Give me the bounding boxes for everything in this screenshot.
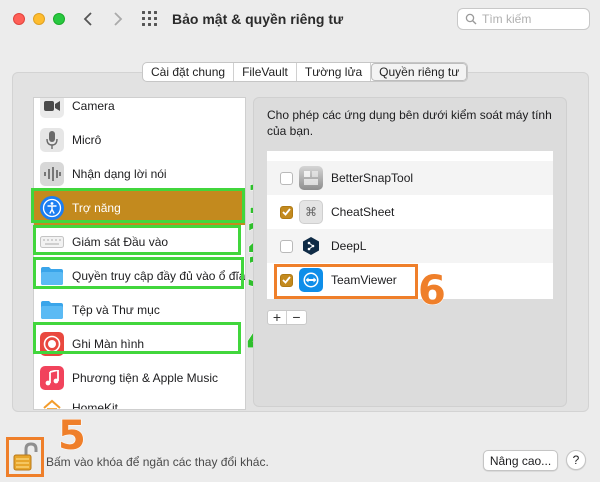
window-title: Bảo mật & quyền riêng tư [172, 11, 344, 27]
tab-bar: Cài đặt chung FileVault Tường lửa Quyền … [142, 62, 469, 82]
chevron-left-icon [83, 12, 92, 26]
lock-button[interactable] [6, 437, 44, 477]
sidebar-item-label: Micrô [72, 133, 102, 147]
search-icon [465, 13, 477, 25]
sidebar-item-label: Quyền truy cập đầy đủ vào ổ đĩa [72, 269, 246, 283]
minimize-window-button[interactable] [33, 13, 45, 25]
sidebar-item-label: Ghi Màn hình [72, 337, 145, 351]
sidebar-item-speech-recognition[interactable]: Nhận dạng lời nói [34, 157, 245, 191]
privacy-category-list[interactable]: Camera Micrô Nhận dạng lời nói Trợ năng … [33, 97, 246, 410]
bettersnaptool-icon [299, 166, 323, 190]
tab-filevault[interactable]: FileVault [234, 63, 297, 81]
window-titlebar: Bảo mật & quyền riêng tư [0, 0, 600, 40]
app-row-deepl[interactable]: DeepL [267, 229, 553, 263]
add-remove-control: + − [267, 310, 307, 325]
folder-icon [40, 264, 64, 288]
app-row-cheatsheet[interactable]: ⌘ CheatSheet [267, 195, 553, 229]
app-checkbox[interactable] [280, 273, 293, 287]
search-field[interactable] [457, 8, 590, 30]
help-button[interactable]: ? [566, 450, 586, 470]
sidebar-item-accessibility[interactable]: Trợ năng [34, 191, 245, 225]
sidebar-item-label: Giám sát Đầu vào [72, 235, 169, 249]
add-app-button[interactable]: + [268, 310, 287, 324]
sidebar-item-label: Tệp và Thư mục [72, 303, 160, 317]
sidebar-item-label: Trợ năng [72, 201, 121, 215]
deepl-icon [299, 234, 323, 258]
keyboard-icon [40, 230, 64, 254]
checkmark-icon [282, 208, 291, 216]
sidebar-item-files-and-folders[interactable]: Tệp và Thư mục [34, 293, 245, 327]
app-name: BetterSnapTool [331, 171, 414, 185]
app-row-bettersnaptool[interactable]: BetterSnapTool [267, 161, 553, 195]
zoom-window-button[interactable] [53, 13, 65, 25]
permission-description: Cho phép các ứng dụng bên dưới kiểm soát… [267, 108, 552, 138]
camera-icon [40, 98, 64, 118]
chevron-right-icon [114, 12, 123, 26]
annotation-number-6: 6 [418, 268, 447, 314]
app-name: TeamViewer [331, 273, 397, 287]
sidebar-item-label: Camera [72, 99, 115, 113]
accessibility-icon [40, 196, 64, 220]
search-input[interactable] [482, 12, 582, 26]
tab-privacy[interactable]: Quyền riêng tư [371, 63, 468, 81]
tab-general[interactable]: Cài đặt chung [143, 63, 235, 81]
app-row-teamviewer[interactable]: TeamViewer [267, 263, 553, 297]
sidebar-item-label: Nhận dạng lời nói [72, 167, 167, 181]
sidebar-item-media-apple-music[interactable]: Phương tiện & Apple Music [34, 361, 245, 395]
advanced-button[interactable]: Nâng cao... [483, 450, 558, 471]
back-button[interactable] [76, 8, 100, 30]
sidebar-item-microphone[interactable]: Micrô [34, 123, 245, 157]
sidebar-item-homekit[interactable]: HomeKit [34, 391, 245, 410]
app-name: DeepL [331, 239, 367, 253]
music-icon [40, 366, 64, 390]
sidebar-item-input-monitoring[interactable]: Giám sát Đầu vào [34, 225, 245, 259]
lock-hint-text: Bấm vào khóa để ngăn các thay đổi khác. [46, 455, 269, 469]
unlocked-padlock-icon [13, 442, 38, 471]
speech-recognition-icon [40, 162, 64, 186]
tab-firewall[interactable]: Tường lửa [297, 63, 372, 81]
microphone-icon [40, 128, 64, 152]
app-checkbox[interactable] [280, 205, 293, 219]
app-list[interactable]: BetterSnapTool ⌘ CheatSheet DeepL TeamVi… [267, 151, 553, 299]
annotation-number-5: 5 [58, 413, 87, 459]
screen-recording-icon [40, 332, 64, 356]
sidebar-item-camera[interactable]: Camera [34, 98, 245, 123]
sidebar-item-label: Phương tiện & Apple Music [72, 371, 218, 385]
app-name: CheatSheet [331, 205, 395, 219]
app-checkbox[interactable] [280, 239, 293, 253]
home-icon [40, 396, 64, 409]
sidebar-item-label: HomeKit [72, 401, 119, 410]
checkmark-icon [282, 276, 291, 284]
remove-app-button[interactable]: − [287, 310, 306, 324]
app-checkbox[interactable] [280, 171, 293, 185]
sidebar-item-screen-recording[interactable]: Ghi Màn hình [34, 327, 245, 361]
folder-icon [40, 298, 64, 322]
close-window-button[interactable] [13, 13, 25, 25]
forward-button[interactable] [106, 8, 130, 30]
sidebar-item-full-disk-access[interactable]: Quyền truy cập đầy đủ vào ổ đĩa [34, 259, 245, 293]
cheatsheet-icon: ⌘ [299, 200, 323, 224]
show-all-grid-button[interactable] [142, 11, 160, 27]
teamviewer-icon [299, 268, 323, 292]
